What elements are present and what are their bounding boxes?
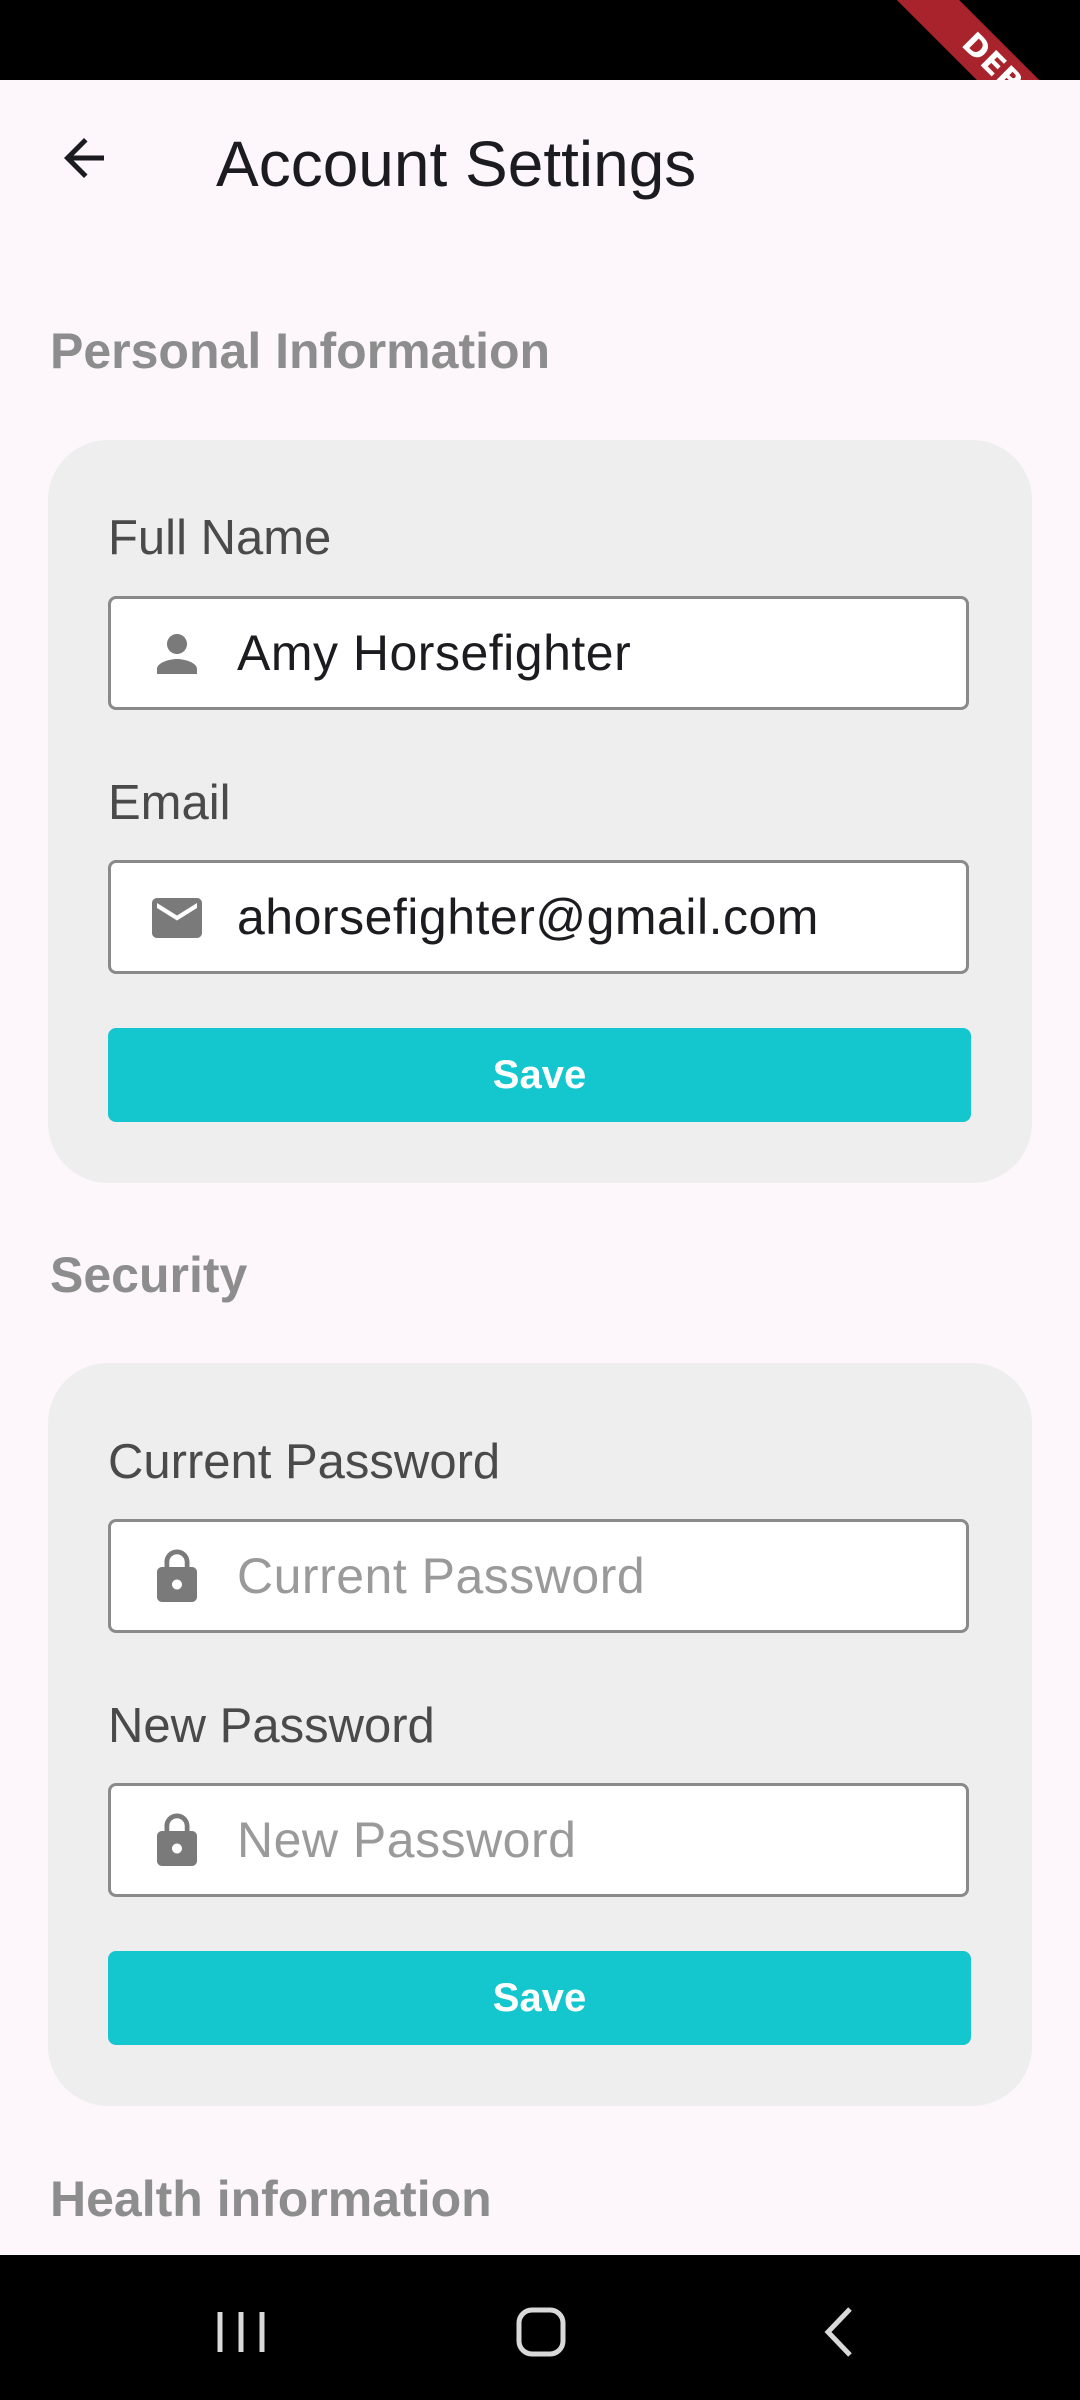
back-icon xyxy=(824,2307,852,2357)
full-name-field[interactable]: Amy Horsefighter xyxy=(108,596,969,710)
current-password-field[interactable]: Current Password xyxy=(108,1519,969,1633)
section-title-security: Security xyxy=(50,1247,248,1303)
full-name-value: Amy Horsefighter xyxy=(237,625,632,681)
full-name-label: Full Name xyxy=(108,511,332,565)
home-icon xyxy=(516,2307,566,2357)
section-title-health: Health information xyxy=(50,2171,492,2227)
email-field[interactable]: ahorsefighter@gmail.com xyxy=(108,860,969,974)
new-password-placeholder: New Password xyxy=(237,1812,577,1868)
mail-icon xyxy=(152,898,202,938)
recent-apps-button[interactable] xyxy=(206,2297,276,2367)
save-security-button[interactable]: Save xyxy=(108,1951,971,2045)
page-title: Account Settings xyxy=(216,128,697,200)
system-nav-bar xyxy=(0,2255,1080,2400)
email-value: ahorsefighter@gmail.com xyxy=(237,889,819,945)
recent-apps-icon xyxy=(217,2312,265,2352)
personal-info-card: Full Name Amy Horsefighter Email ahorsef… xyxy=(48,440,1032,1183)
debug-banner: DEBUG xyxy=(881,0,1080,80)
arrow-back-icon xyxy=(64,138,104,178)
status-bar: DEBUG xyxy=(0,0,1080,80)
new-password-label: New Password xyxy=(108,1699,435,1753)
lock-icon xyxy=(157,1813,197,1866)
current-password-placeholder: Current Password xyxy=(237,1548,646,1604)
lock-icon xyxy=(157,1549,197,1602)
section-title-personal: Personal Information xyxy=(50,323,551,379)
app-bar: Account Settings xyxy=(0,80,1080,244)
home-button[interactable] xyxy=(506,2297,576,2367)
current-password-label: Current Password xyxy=(108,1435,501,1489)
email-label: Email xyxy=(108,776,231,830)
new-password-field[interactable]: New Password xyxy=(108,1783,969,1897)
back-button[interactable] xyxy=(48,122,120,194)
save-personal-button[interactable]: Save xyxy=(108,1028,971,1122)
nav-back-button[interactable] xyxy=(806,2297,876,2367)
security-card: Current Password Current Password New Pa… xyxy=(48,1363,1032,2106)
person-icon xyxy=(157,634,197,674)
